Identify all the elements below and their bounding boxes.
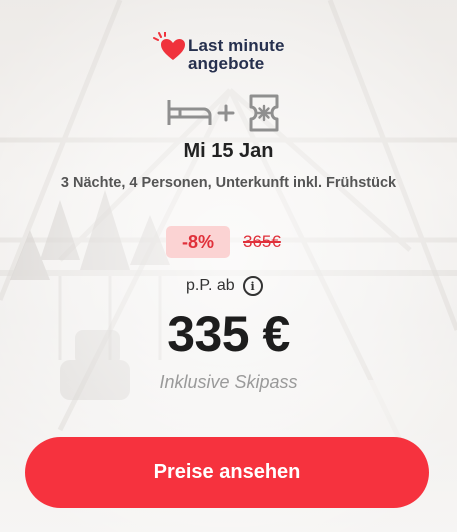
view-prices-button[interactable]: Preise ansehen [25,437,429,508]
bed-icon [167,100,212,125]
price-prefix: p.P. ab [186,277,235,294]
heart-icon [153,32,185,60]
info-icon[interactable]: i [242,276,263,296]
plus-icon [217,104,235,122]
discount-badge: -8% [166,226,230,258]
brand-title: Last minute angebote [188,37,285,73]
brand-logo: Last minute angebote [151,32,311,76]
offer-card: Last minute angebote Mi 15 Jan 3 Nächte,… [0,0,457,532]
ticket-icon [249,94,279,132]
old-price: 365€ [243,232,281,251]
brand-title-line1: Last minute [188,36,285,55]
offer-date: Mi 15 Jan [183,140,274,162]
offer-icons [166,94,286,132]
offer-details: 3 Nächte, 4 Personen, Unterkunft inkl. F… [60,175,397,191]
price: 335 € [167,306,290,362]
brand-title-line2: angebote [188,54,265,73]
includes-note: Inklusive Skipass [159,372,298,392]
price-prefix-row: p.P. ab i [186,275,263,297]
